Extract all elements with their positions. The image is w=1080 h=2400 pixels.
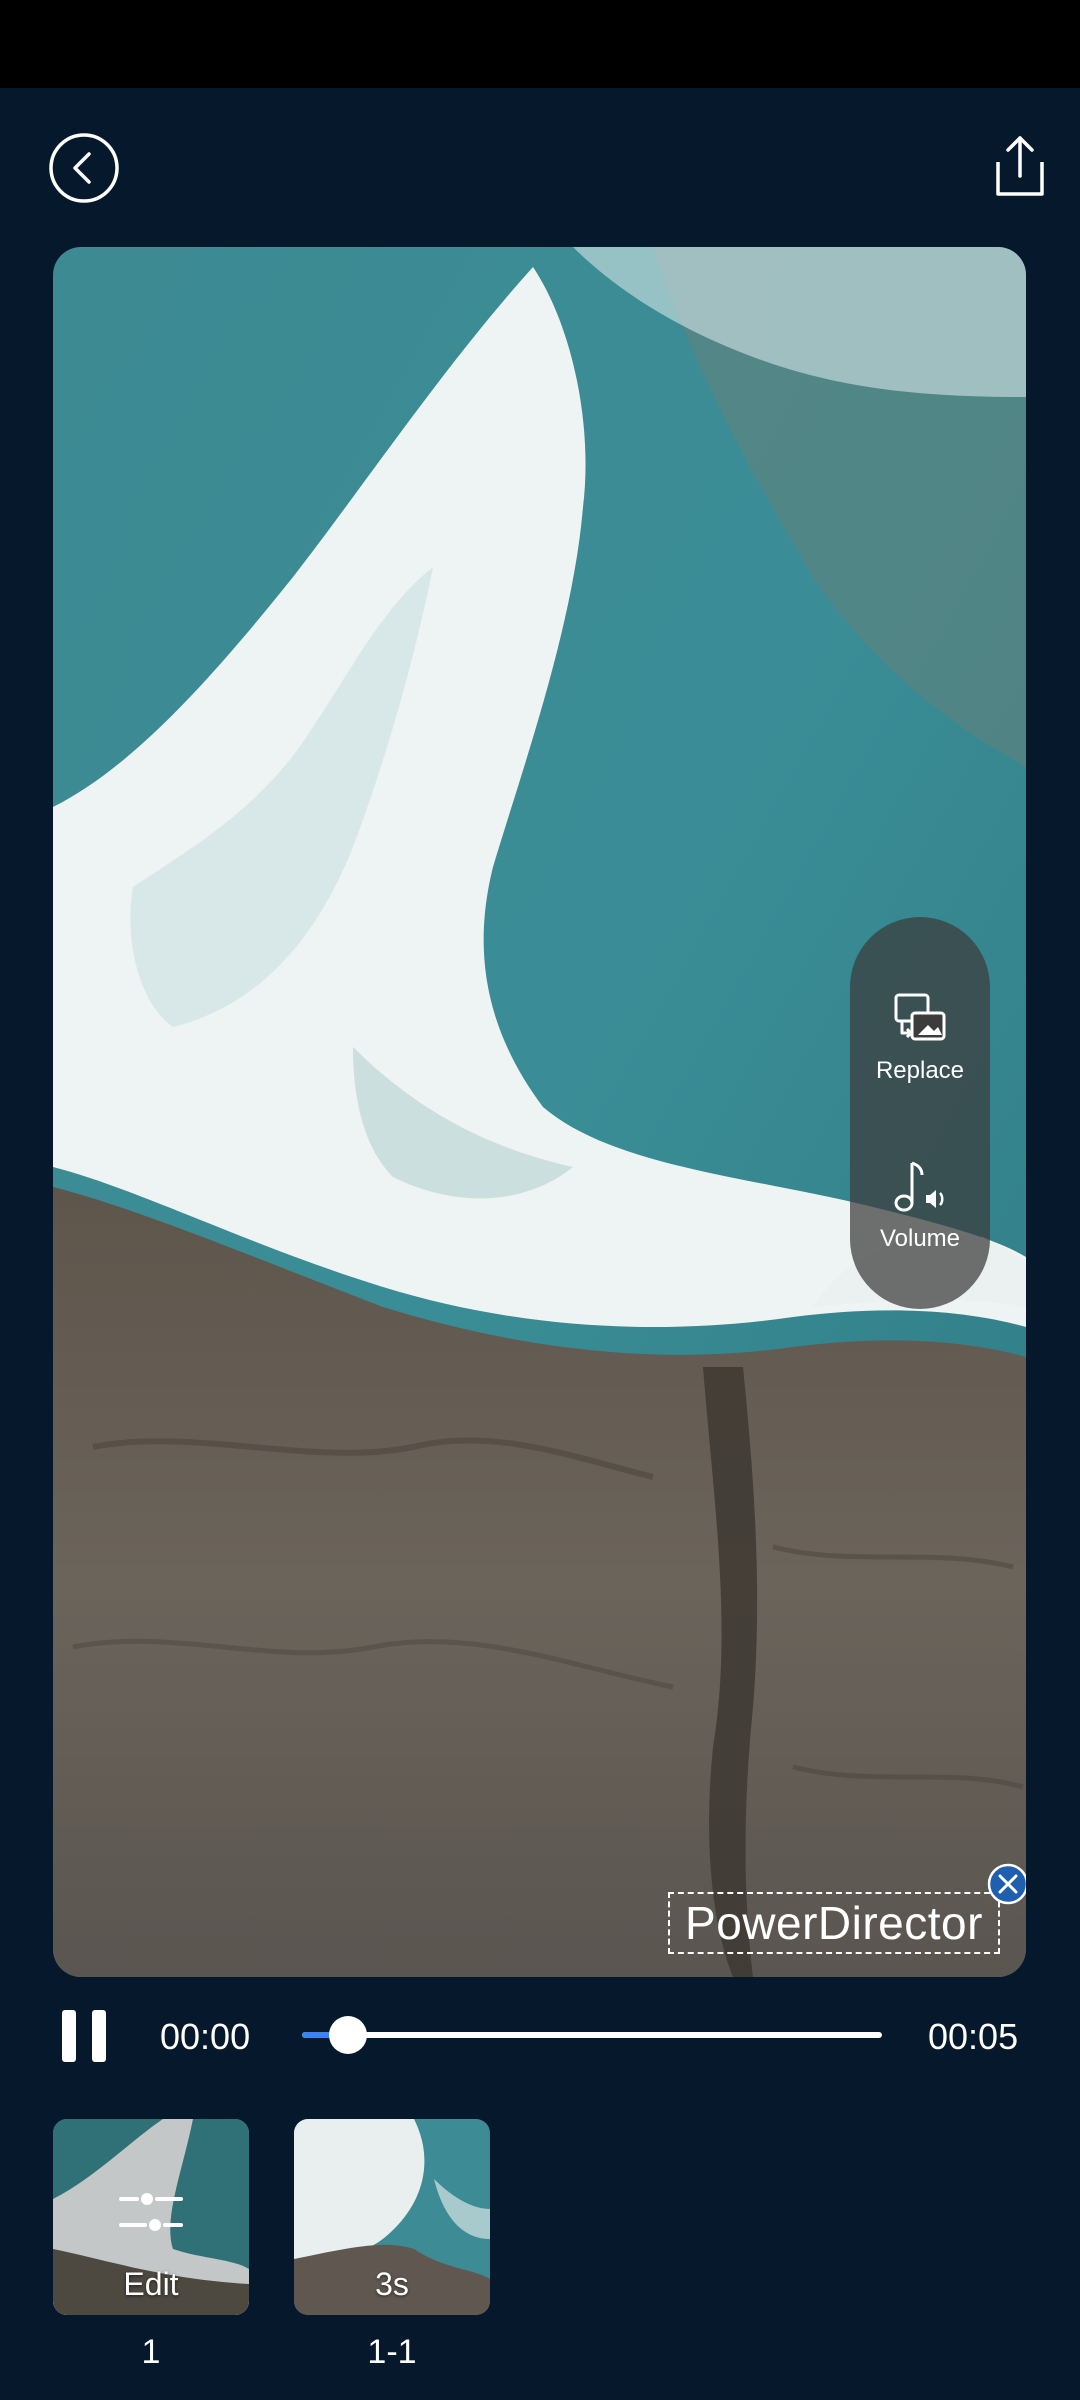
seek-track[interactable] [302, 2032, 882, 2038]
clip-action-pill: Replace Volume [850, 917, 990, 1309]
clip-thumbnail-1-1[interactable]: 3s [294, 2119, 490, 2315]
clip-strip: Edit 1 3s 1-1 [0, 2115, 1080, 2371]
back-button[interactable] [48, 132, 120, 204]
top-bar [0, 88, 1080, 248]
clip-thumbnail-1[interactable]: Edit [53, 2119, 249, 2315]
seek-thumb[interactable] [329, 2016, 368, 2054]
total-time: 00:05 [928, 2016, 1019, 2057]
current-time: 00:00 [160, 2016, 251, 2057]
replace-button[interactable]: Replace [850, 987, 990, 1107]
watermark-close-button[interactable] [987, 1863, 1026, 1905]
share-upload-icon [996, 136, 1044, 196]
pause-button[interactable] [62, 2010, 108, 2062]
clip-1-overlay-label: Edit [123, 2266, 179, 2302]
clip-2-number: 1-1 [367, 2333, 417, 2371]
close-circle-icon [987, 1863, 1026, 1905]
replace-label: Replace [875, 1057, 965, 1084]
playback-controls: 00:00 00:05 [0, 1990, 1080, 2080]
pause-icon [62, 2010, 76, 2062]
clip-1-number: 1 [141, 2333, 161, 2371]
volume-label: Volume [879, 1225, 961, 1252]
replace-icon [894, 993, 946, 1041]
back-circle-icon [49, 133, 119, 203]
watermark-text[interactable]: PowerDirector [668, 1892, 1000, 1954]
status-bar [0, 0, 1080, 88]
export-button[interactable] [984, 130, 1056, 202]
music-volume-icon [894, 1161, 944, 1212]
volume-button[interactable]: Volume [850, 1155, 990, 1275]
clip-2-overlay-label: 3s [375, 2266, 409, 2302]
adjust-sliders-icon [119, 2193, 183, 2231]
